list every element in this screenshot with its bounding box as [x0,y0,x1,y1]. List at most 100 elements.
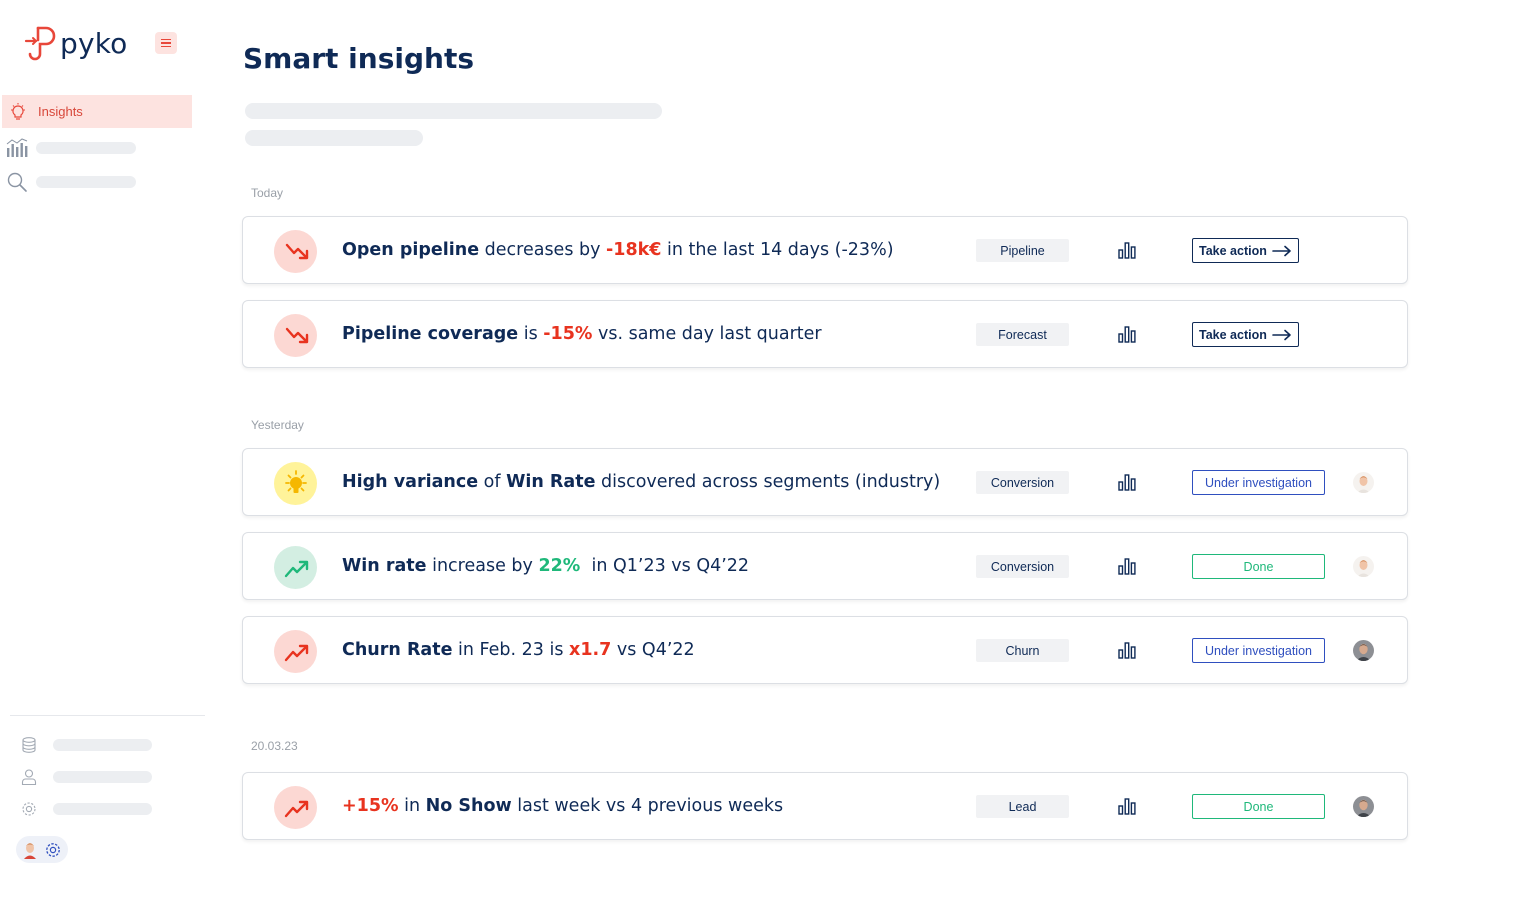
insight-text-part: -18k€ [606,240,662,260]
insight-text-part: in the last 14 days (-23%) [661,240,894,260]
category-tag: Conversion [976,471,1069,494]
sidebar-label-placeholder [36,142,136,154]
menu-toggle-button[interactable] [155,32,177,54]
insight-card[interactable]: +15% in No Show last week vs 4 previous … [242,772,1408,840]
sidebar-label-placeholder [53,771,152,783]
arrow-right-icon [1272,245,1291,256]
insight-text: Open pipeline decreases by -18k€ in the … [342,217,894,283]
bar-chart-icon[interactable] [1117,640,1137,660]
insight-text-part: of [478,472,507,492]
sidebar-label-placeholder [53,739,152,751]
assignee-avatar[interactable] [1353,556,1374,577]
insight-text-part: Pipeline coverage [342,324,519,344]
category-tag: Pipeline [976,239,1069,262]
assignee-avatar[interactable] [1353,640,1374,661]
page-title: Smart insights [243,42,474,75]
insight-text-part: in Q1’23 vs Q4’22 [580,556,750,576]
sidebar-label-placeholder [53,803,152,815]
insight-icon-badge [274,230,317,273]
insight-text-part: vs. same day last quarter [592,324,822,344]
insight-card[interactable]: Pipeline coverage is -15% vs. same day l… [242,300,1408,368]
take-action-button[interactable]: Take action [1192,238,1299,263]
database-icon [22,737,36,753]
arrow-right-icon [1272,329,1291,340]
status-done-button[interactable]: Done [1192,554,1325,579]
insight-text-part: +15% [342,796,399,816]
user-icon [21,769,37,786]
insight-text-part: Win rate [342,556,427,576]
bar-chart-icon[interactable] [1117,240,1137,260]
bar-chart-icon[interactable] [1117,796,1137,816]
insight-card[interactable]: Win rate increase by 22% in Q1’23 vs Q4’… [242,532,1408,600]
category-tag: Churn [976,639,1069,662]
lightbulb-icon [284,469,307,493]
insight-text: Pipeline coverage is -15% vs. same day l… [342,301,822,367]
insight-text-part: High variance [342,472,479,492]
gear-icon [46,842,60,857]
trend-up-icon [284,644,308,661]
insight-card[interactable]: Churn Rate in Feb. 23 is x1.7 vs Q4’22 Ch… [242,616,1408,684]
insight-text-part: x1.7 [569,640,612,660]
sidebar-divider [10,715,205,716]
insight-text-part: discovered across segments (industry) [595,472,941,492]
sidebar-item-label: Insights [38,104,83,119]
insight-text-part: Win Rate [506,472,596,492]
insight-icon-badge [274,630,317,673]
pyko-logo-mark-icon [24,26,56,61]
sidebar-item-account[interactable] [20,768,152,786]
section-label: Yesterday [251,418,304,432]
user-profile-chip[interactable] [16,836,68,863]
assignee-avatar[interactable] [1353,796,1374,817]
insight-text-part: 22% [538,556,581,576]
trend-down-icon [285,243,308,259]
bar-chart-icon [6,138,28,157]
insight-icon-badge [274,546,317,589]
insight-text-part: last week vs 4 previous weeks [511,796,784,816]
sidebar-item-data[interactable] [20,736,152,754]
insight-icon-badge [274,786,317,829]
insight-text-part: in [398,796,426,816]
insight-icon-badge [274,314,317,357]
logo[interactable]: pyko [24,24,128,62]
description-placeholder [245,103,662,119]
section-label: Today [251,186,284,200]
insight-text: Win rate increase by 22% in Q1’23 vs Q4’… [342,533,749,599]
take-action-button[interactable]: Take action [1192,322,1299,347]
sidebar-label-placeholder [36,176,136,188]
category-tag: Forecast [976,323,1069,346]
search-icon [7,172,27,192]
trend-up-icon [284,560,308,577]
avatar [24,842,36,859]
insight-text-part: in Feb. 23 is [452,640,570,660]
insight-card[interactable]: High variance of Win Rate discovered acr… [242,448,1408,516]
insight-text: +15% in No Show last week vs 4 previous … [342,773,783,839]
status-done-button[interactable]: Done [1192,794,1325,819]
status-under-investigation-button[interactable]: Under investigation [1192,638,1325,663]
button-label: Take action [1199,243,1267,258]
insight-text-part: No Show [425,796,512,816]
bar-chart-icon[interactable] [1117,324,1137,344]
trend-down-icon [285,327,308,343]
description-placeholder [245,130,423,146]
insight-text-part: is [518,324,544,344]
sidebar-item-analytics[interactable] [6,138,136,158]
trend-up-icon [284,800,308,817]
insight-text-part: increase by [426,556,539,576]
assignee-avatar[interactable] [1353,472,1374,493]
category-tag: Lead [976,795,1069,818]
insight-text-part: decreases by [479,240,607,260]
bar-chart-icon[interactable] [1117,556,1137,576]
brand-name: pyko [60,26,128,60]
insight-icon-badge [274,462,317,505]
insight-text-part: Churn Rate [342,640,453,660]
sidebar-item-search[interactable] [6,171,136,193]
sidebar-item-insights[interactable]: Insights [2,95,192,128]
category-tag: Conversion [976,555,1069,578]
status-under-investigation-button[interactable]: Under investigation [1192,470,1325,495]
bar-chart-icon[interactable] [1117,472,1137,492]
insight-text: High variance of Win Rate discovered acr… [342,449,940,515]
insight-text-part: vs Q4’22 [611,640,695,660]
insight-text-part: Open pipeline [342,240,480,260]
insight-card[interactable]: Open pipeline decreases by -18k€ in the … [242,216,1408,284]
sidebar-item-settings[interactable] [20,800,152,818]
